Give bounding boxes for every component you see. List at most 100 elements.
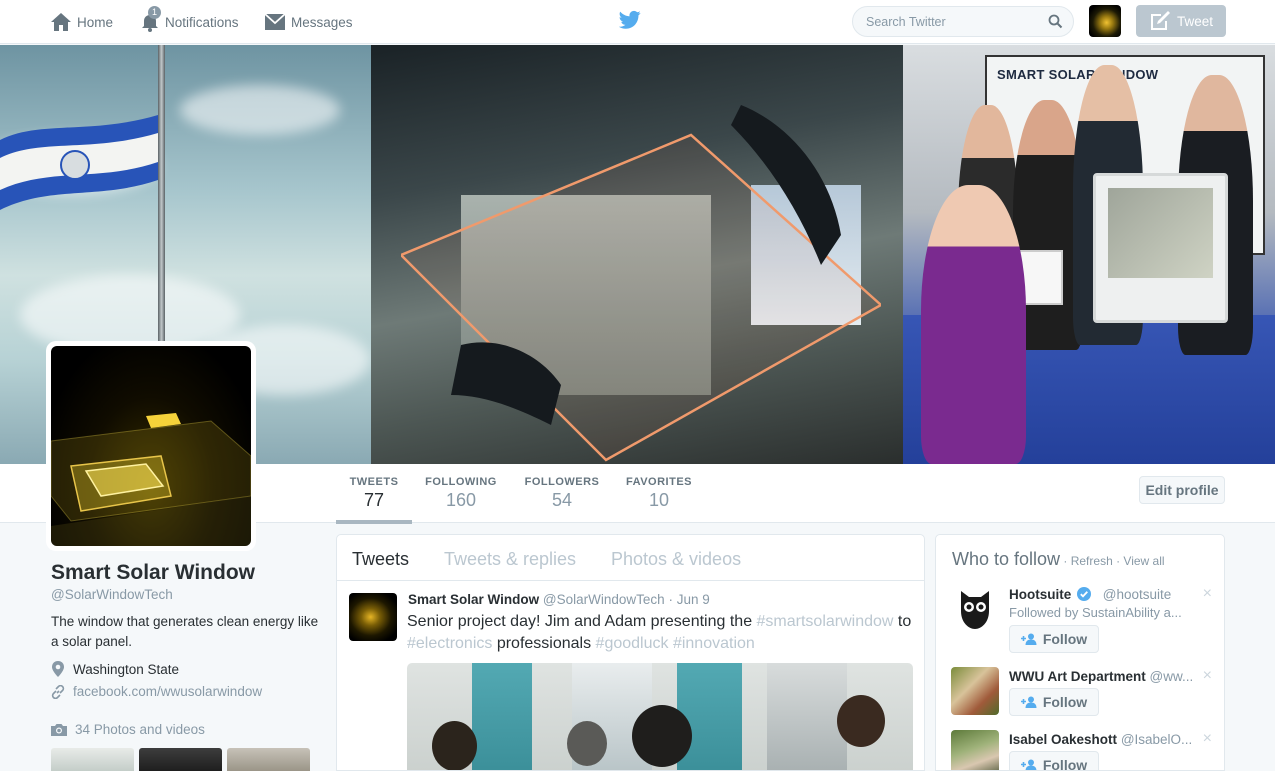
active-stat-underline <box>336 520 412 524</box>
tweet-text-segment: Senior project day! Jim and Adam present… <box>407 613 757 630</box>
hashtag-link[interactable]: #innovation <box>673 635 755 652</box>
photo-thumbnail[interactable] <box>139 748 222 771</box>
suggestion-avatar[interactable] <box>951 730 999 770</box>
photo-thumbnail[interactable] <box>227 748 310 771</box>
tab-tweets[interactable]: Tweets <box>352 549 409 570</box>
tweet-text-segment: to <box>893 613 912 630</box>
flag-graphic <box>0 115 158 210</box>
header-separator: · <box>1112 554 1124 568</box>
stat-label: FAVORITES <box>625 476 693 488</box>
suggestion-handle[interactable]: @ww... <box>1150 669 1194 684</box>
close-icon[interactable]: × <box>1203 667 1212 685</box>
nav-home[interactable]: Home <box>50 0 113 44</box>
header-separator: · <box>1060 554 1071 568</box>
profile-website-link[interactable]: facebook.com/wwusolarwindow <box>73 684 262 699</box>
top-navigation-bar: Home 1 Notifications Messages Tweet <box>0 0 1275 44</box>
nav-messages[interactable]: Messages <box>264 0 353 44</box>
suggestion-name[interactable]: Isabel Oakeshott <box>1009 732 1117 747</box>
stat-tweets[interactable]: TWEETS 77 <box>336 476 412 511</box>
stat-followers[interactable]: FOLLOWERS 54 <box>522 476 602 511</box>
follow-button-label: Follow <box>1042 757 1088 771</box>
suggestion-avatar[interactable] <box>951 667 999 715</box>
monitor <box>1093 173 1228 323</box>
tweet-text-segment: professionals <box>492 635 596 652</box>
hashtag-link[interactable]: #goodluck <box>596 635 669 652</box>
glowing-solar-panel-graphic <box>51 413 251 546</box>
timeline: Tweets Tweets & replies Photos & videos … <box>336 534 925 771</box>
stat-label: FOLLOWING <box>425 476 497 488</box>
close-icon[interactable]: × <box>1203 585 1212 603</box>
hashtag-link[interactable]: #smartsolarwindow <box>757 613 894 630</box>
suggestion-item: Hootsuite @hootsuite Followed by Sustain… <box>936 585 1224 653</box>
view-all-link[interactable]: View all <box>1123 554 1164 568</box>
suggestion-handle[interactable]: @hootsuite <box>1103 587 1172 602</box>
solar-glass-panel-graphic <box>401 105 881 462</box>
suggestion-item: Isabel Oakeshott @IsabelO... × Follow <box>936 730 1224 771</box>
suggestion-name[interactable]: WWU Art Department <box>1009 669 1146 684</box>
search-icon[interactable] <box>1048 14 1063 29</box>
poster-title: SMART SOLAR WINDOW <box>997 67 1159 82</box>
who-to-follow-module: Who to follow · Refresh · View all Hoots… <box>935 534 1225 771</box>
stat-favorites[interactable]: FAVORITES 10 <box>622 476 696 511</box>
tweet-separator: · <box>668 592 673 607</box>
profile-website[interactable]: facebook.com/wwusolarwindow <box>51 684 262 699</box>
tweet-timestamp[interactable]: Jun 9 <box>677 592 710 607</box>
hashtag-link[interactable]: #electronics <box>407 635 492 652</box>
tweet-button-label: Tweet <box>1176 13 1214 29</box>
hootsuite-owl-icon <box>961 591 989 629</box>
tab-photos-and-videos[interactable]: Photos & videos <box>611 549 741 570</box>
suggestion-name-line: WWU Art Department @ww... <box>1009 669 1193 684</box>
photos-and-videos-label[interactable]: 34 Photos and videos <box>75 722 205 737</box>
camera-icon <box>51 724 67 736</box>
tweet-avatar[interactable] <box>349 593 397 641</box>
compose-icon <box>1150 11 1170 30</box>
who-to-follow-header: Who to follow · Refresh · View all <box>952 549 1165 570</box>
stat-value: 160 <box>445 490 477 510</box>
profile-name[interactable]: Smart Solar Window <box>51 561 255 585</box>
account-avatar[interactable] <box>1089 5 1121 37</box>
profile-avatar-image <box>51 346 251 546</box>
location-pin-icon <box>52 661 64 677</box>
who-to-follow-title: Who to follow <box>952 549 1061 569</box>
stat-value: 10 <box>648 490 670 510</box>
photos-and-videos-link[interactable]: 34 Photos and videos <box>51 722 205 737</box>
tweet-author-name[interactable]: Smart Solar Window <box>408 592 539 607</box>
tweet-button[interactable]: Tweet <box>1136 5 1226 37</box>
refresh-link[interactable]: Refresh <box>1071 554 1113 568</box>
search-box[interactable] <box>852 6 1074 37</box>
banner-photo-glass-panel <box>371 45 903 464</box>
suggestion-followed-by: Followed by SustainAbility a... <box>1009 605 1182 620</box>
stat-following[interactable]: FOLLOWING 160 <box>422 476 500 511</box>
edit-profile-button[interactable]: Edit profile <box>1139 476 1225 504</box>
follow-button-label: Follow <box>1042 694 1088 710</box>
follow-button[interactable]: Follow <box>1009 688 1099 716</box>
tweet[interactable]: Smart Solar Window @SolarWindowTech · Ju… <box>337 581 924 770</box>
close-icon[interactable]: × <box>1203 730 1212 748</box>
profile-avatar[interactable] <box>46 341 256 551</box>
envelope-icon <box>264 13 286 30</box>
suggestion-name[interactable]: Hootsuite <box>1009 587 1071 602</box>
tweet-photo[interactable] <box>407 663 913 770</box>
suggestion-avatar[interactable] <box>951 585 999 633</box>
tweet-author-handle[interactable]: @SolarWindowTech <box>543 592 665 607</box>
twitter-bird-icon[interactable] <box>619 10 641 30</box>
add-user-icon <box>1020 633 1037 645</box>
notification-count-badge: 1 <box>148 6 161 19</box>
photo-thumbnails <box>51 748 310 771</box>
search-input[interactable] <box>853 7 1033 36</box>
add-user-icon <box>1020 759 1037 770</box>
add-user-icon <box>1020 696 1037 708</box>
tab-tweets-and-replies[interactable]: Tweets & replies <box>444 549 576 570</box>
follow-button[interactable]: Follow <box>1009 625 1099 653</box>
suggestion-handle[interactable]: @IsabelO... <box>1121 732 1192 747</box>
home-icon <box>51 13 71 31</box>
nav-notifications[interactable]: 1 Notifications <box>140 0 239 44</box>
profile-handle[interactable]: @SolarWindowTech <box>51 587 173 602</box>
follow-button[interactable]: Follow <box>1009 751 1099 771</box>
nav-notifications-label: Notifications <box>165 14 239 30</box>
stat-label: FOLLOWERS <box>524 476 600 488</box>
profile-location-text: Washington State <box>73 661 180 677</box>
timeline-tabs: Tweets Tweets & replies Photos & videos <box>337 535 924 581</box>
photo-thumbnail[interactable] <box>51 748 134 771</box>
tweet-text: Senior project day! Jim and Adam present… <box>407 611 917 655</box>
